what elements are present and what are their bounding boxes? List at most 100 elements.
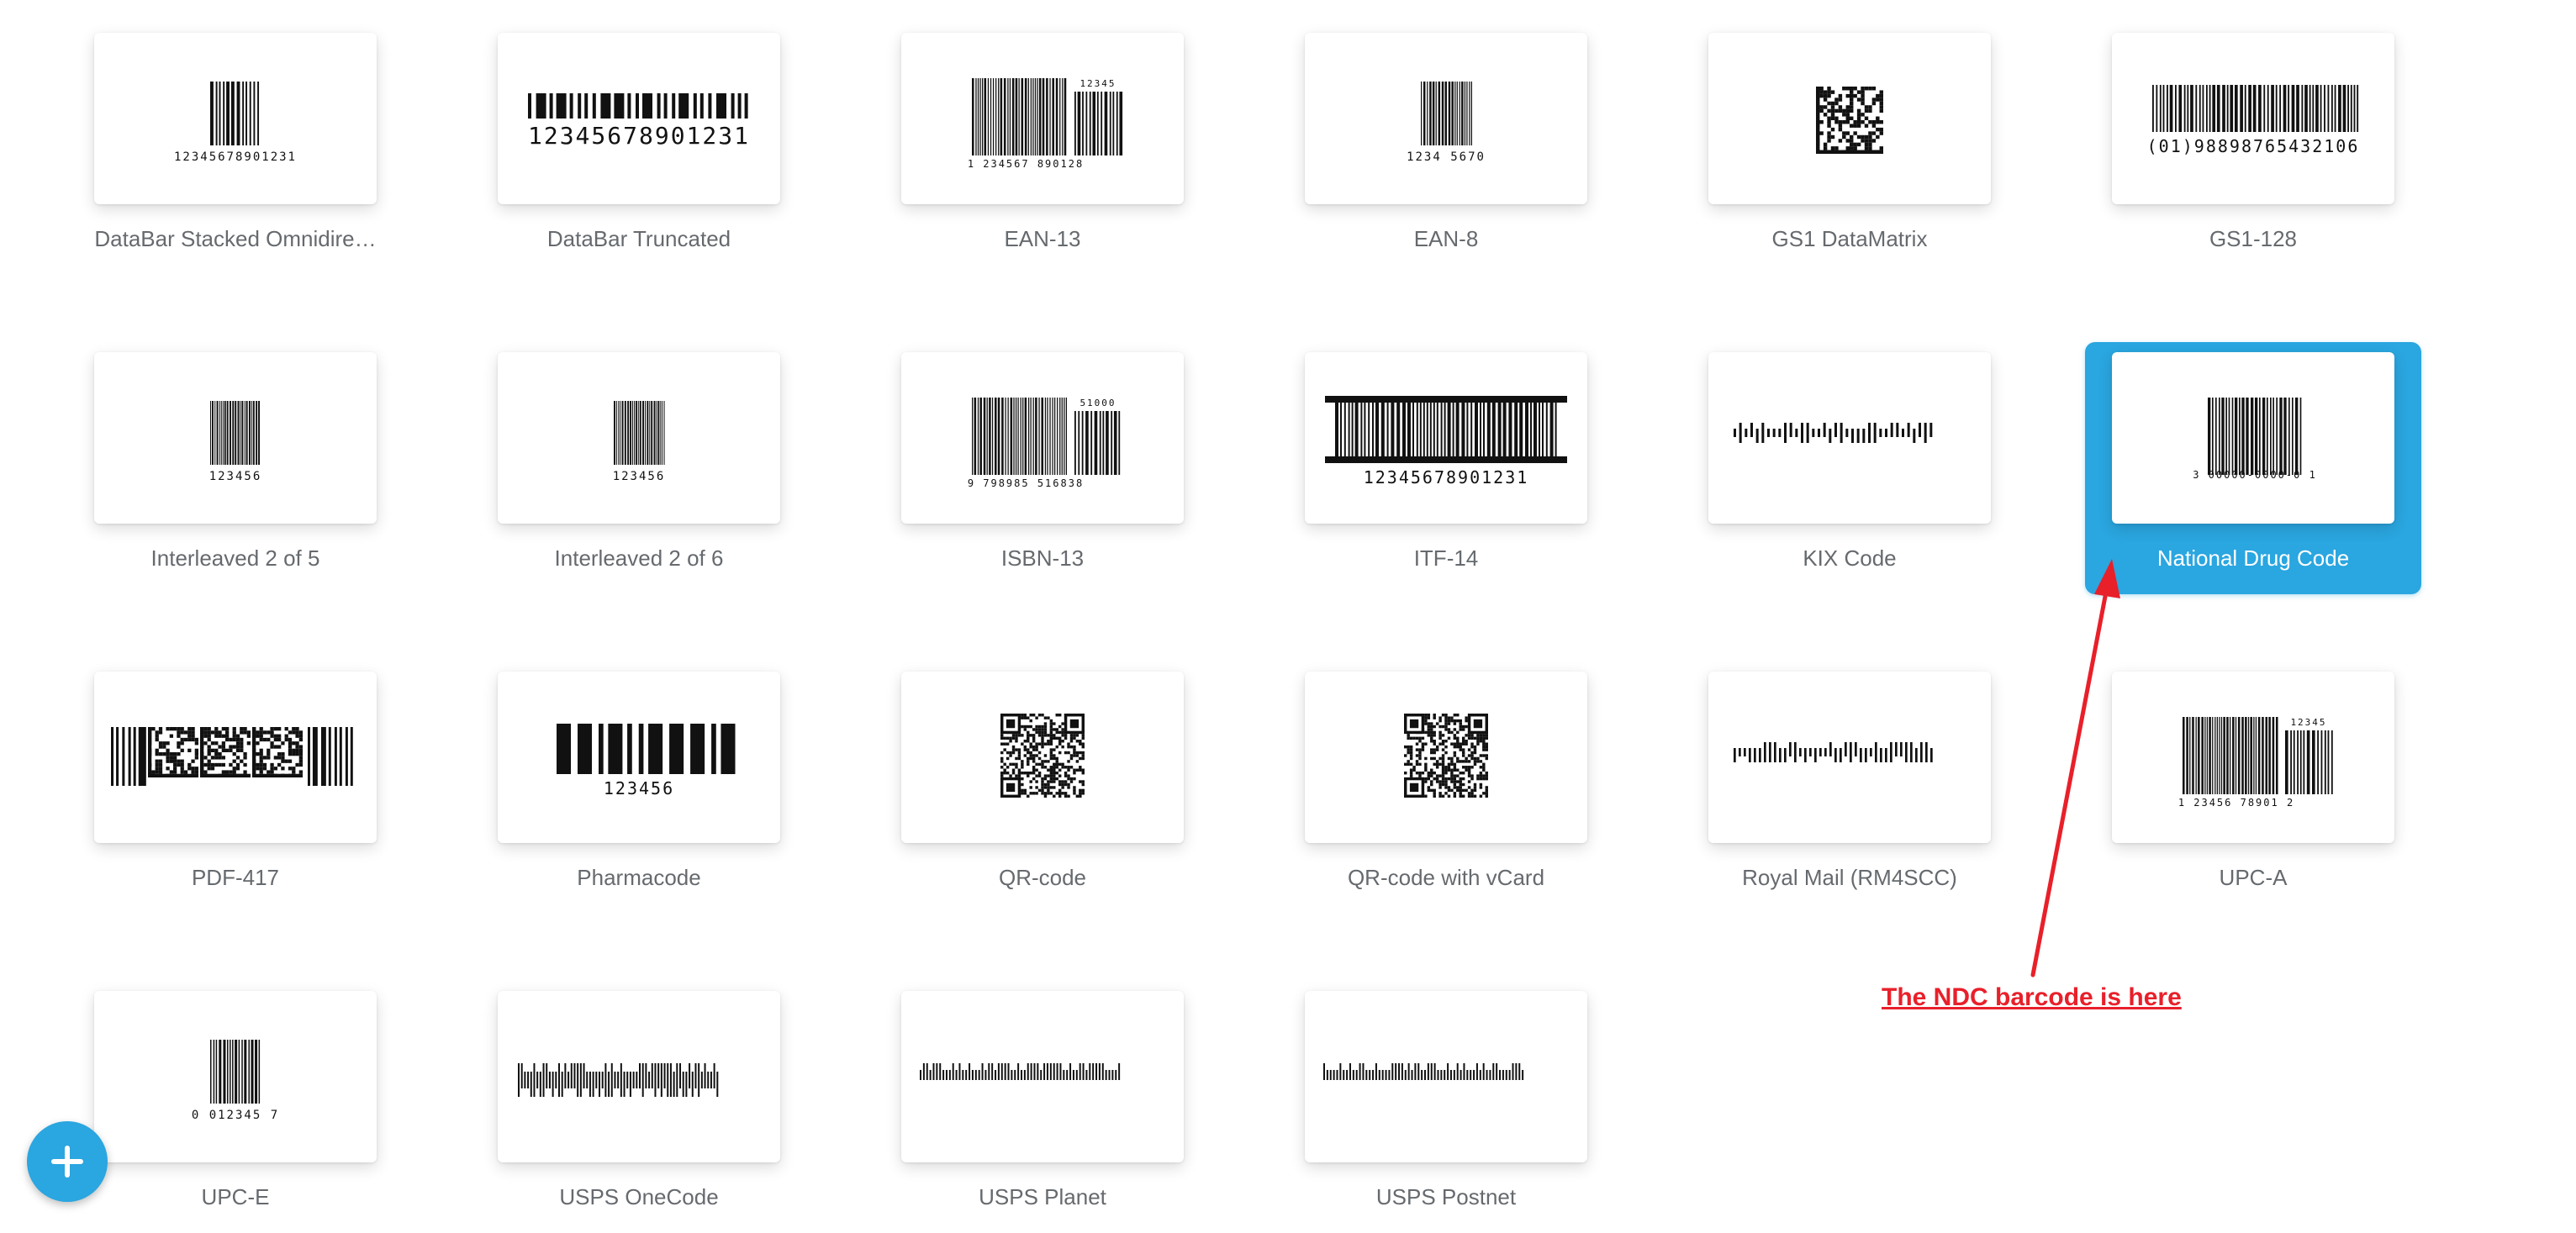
barcode-tile-interleaved-2-of-6[interactable]: 123456 Interleaved 2 of 6	[471, 342, 807, 594]
barcode-tile-usps-planet[interactable]: USPS Planet	[874, 981, 1211, 1233]
svg-text:12345678901231: 12345678901231	[1364, 467, 1529, 487]
svg-text:3 00000-0000-0 1: 3 00000-0000-0 1	[2193, 469, 2317, 481]
barcode-preview: 12345678901231	[498, 33, 780, 204]
barcode-preview: 1 23456 78901 2 12345	[2112, 672, 2394, 843]
barcode-tile-ean-8[interactable]: 1234 5670 EAN-8	[1278, 23, 1614, 275]
barcode-tile-label: Royal Mail (RM4SCC)	[1742, 865, 1957, 890]
barcode-preview	[1708, 33, 1991, 204]
barcode-preview: 3 00000-0000-0 1	[2112, 352, 2394, 524]
barcode-tile-label: DataBar Truncated	[546, 226, 731, 251]
barcode-tile-qr-code[interactable]: QR-code	[874, 661, 1211, 914]
svg-text:123456: 123456	[604, 778, 674, 798]
barcode-tile-usps-onecode[interactable]: USPS OneCode	[471, 981, 807, 1233]
svg-text:123456: 123456	[613, 470, 666, 483]
barcode-tile-label: EAN-13	[1004, 226, 1081, 251]
svg-text:1 234567 890128: 1 234567 890128	[968, 158, 1084, 170]
barcode-tile-national-drug-code[interactable]: 3 00000-0000-0 1 National Drug Code	[2085, 342, 2421, 594]
barcode-preview	[1708, 672, 1991, 843]
barcode-image	[1734, 742, 1933, 762]
barcode-image	[1000, 714, 1085, 798]
barcode-tile-royal-mail-rm4scc[interactable]: Royal Mail (RM4SCC)	[1681, 661, 2018, 914]
barcode-tile-label: UPC-A	[2219, 865, 2288, 890]
barcode-type-grid: 12345678901231 DataBar Stacked Omnidire… 1…	[0, 0, 2576, 1223]
barcode-image: 12345678901231	[528, 93, 750, 150]
barcode-image: (01)98898765432106	[2147, 85, 2360, 156]
svg-text:0 012345 7: 0 012345 7	[192, 1109, 279, 1122]
barcode-tile-label: QR-code	[998, 865, 1087, 890]
barcode-tile-pdf-417[interactable]: PDF-417	[67, 661, 404, 914]
barcode-tile-itf-14[interactable]: 12345678901231 ITF-14	[1278, 342, 1614, 594]
barcode-tile-label: USPS Planet	[979, 1184, 1106, 1209]
svg-text:1 23456 78901 2: 1 23456 78901 2	[2178, 797, 2294, 809]
barcode-tile-label: USPS Postnet	[1375, 1184, 1517, 1209]
annotation-text: The NDC barcode is here	[1882, 983, 2182, 1011]
svg-text:12345678901231: 12345678901231	[528, 122, 750, 150]
barcode-preview	[1708, 352, 1991, 524]
barcode-image: 123456	[613, 401, 666, 483]
barcode-tile-label: Interleaved 2 of 6	[554, 545, 724, 571]
barcode-image: 12345678901231	[1325, 396, 1567, 487]
barcode-image	[1816, 87, 1883, 154]
barcode-tile-isbn-13[interactable]: 9 798985 516838 51000 ISBN-13	[874, 342, 1211, 594]
barcode-tile-label: Pharmacode	[577, 865, 701, 890]
barcode-preview	[498, 991, 780, 1162]
barcode-preview	[1305, 991, 1587, 1162]
barcode-image	[1734, 423, 1933, 443]
barcode-tile-qr-code-with-vcard[interactable]: QR-code with vCard	[1278, 661, 1614, 914]
barcode-tile-label: National Drug Code	[2156, 545, 2350, 571]
barcode-image	[518, 1063, 719, 1097]
barcode-image: 12345678901231	[174, 82, 297, 164]
barcode-image: 9 798985 516838 51000	[968, 398, 1121, 489]
barcode-image: 3 00000-0000-0 1	[2193, 398, 2317, 481]
barcode-tile-label: EAN-8	[1413, 226, 1479, 251]
barcode-tile-label: Interleaved 2 of 5	[150, 545, 320, 571]
svg-text:12345: 12345	[1079, 78, 1116, 89]
barcode-preview	[901, 991, 1184, 1162]
barcode-tile-usps-postnet[interactable]: USPS Postnet	[1278, 981, 1614, 1233]
barcode-preview: (01)98898765432106	[2112, 33, 2394, 204]
barcode-tile-label: USPS OneCode	[559, 1184, 719, 1209]
barcode-tile-label: QR-code with vCard	[1347, 865, 1545, 890]
add-button[interactable]	[27, 1121, 108, 1202]
barcode-preview	[94, 672, 377, 843]
barcode-tile-gs1-datamatrix[interactable]: GS1 DataMatrix	[1681, 23, 2018, 275]
barcode-preview: 123456	[498, 352, 780, 524]
barcode-preview: 1234 5670	[1305, 33, 1587, 204]
barcode-tile-label: GS1-128	[2209, 226, 2298, 251]
barcode-tile-databar-truncated[interactable]: 12345678901231 DataBar Truncated	[471, 23, 807, 275]
svg-text:(01)98898765432106: (01)98898765432106	[2147, 136, 2360, 156]
barcode-image: 123456	[209, 401, 262, 483]
svg-text:1234 5670: 1234 5670	[1407, 150, 1486, 164]
barcode-tile-ean-13[interactable]: 1 234567 890128 12345 EAN-13	[874, 23, 1211, 275]
svg-text:9 798985 516838: 9 798985 516838	[968, 477, 1084, 489]
barcode-tile-upc-a[interactable]: 1 23456 78901 2 12345 UPC-A	[2085, 661, 2421, 914]
svg-text:12345: 12345	[2290, 717, 2326, 728]
barcode-tile-databar-stacked-omnidire[interactable]: 12345678901231 DataBar Stacked Omnidire…	[67, 23, 404, 275]
svg-text:51000: 51000	[1079, 398, 1116, 408]
barcode-preview	[1305, 672, 1587, 843]
svg-text:123456: 123456	[209, 470, 262, 483]
barcode-image: 1 234567 890128 12345	[968, 78, 1123, 170]
barcode-tile-label: KIX Code	[1803, 545, 1897, 571]
barcode-preview: 12345678901231	[94, 33, 377, 204]
barcode-tile-pharmacode[interactable]: 123456 Pharmacode	[471, 661, 807, 914]
barcode-preview: 12345678901231	[1305, 352, 1587, 524]
barcode-preview: 123456	[498, 672, 780, 843]
barcode-preview: 123456	[94, 352, 377, 524]
barcode-tile-label: ITF-14	[1413, 545, 1479, 571]
barcode-tile-label: DataBar Stacked Omnidire…	[94, 226, 377, 251]
svg-text:12345678901231: 12345678901231	[174, 150, 297, 164]
barcode-tile-gs1-128[interactable]: (01)98898765432106 GS1-128	[2085, 23, 2421, 275]
barcode-image: 1234 5670	[1407, 82, 1486, 164]
barcode-preview: 9 798985 516838 51000	[901, 352, 1184, 524]
barcode-tile-interleaved-2-of-5[interactable]: 123456 Interleaved 2 of 5	[67, 342, 404, 594]
barcode-preview: 1 234567 890128 12345	[901, 33, 1184, 204]
barcode-preview	[901, 672, 1184, 843]
barcode-tile-kix-code[interactable]: KIX Code	[1681, 342, 2018, 594]
barcode-tile-label: UPC-E	[201, 1184, 270, 1209]
barcode-tile-upc-e[interactable]: 0 012345 7 UPC-E	[67, 981, 404, 1233]
barcode-image	[1404, 714, 1488, 798]
barcode-image	[920, 1063, 1121, 1080]
barcode-tile-label: GS1 DataMatrix	[1771, 226, 1928, 251]
barcode-preview: 0 012345 7	[94, 991, 377, 1162]
